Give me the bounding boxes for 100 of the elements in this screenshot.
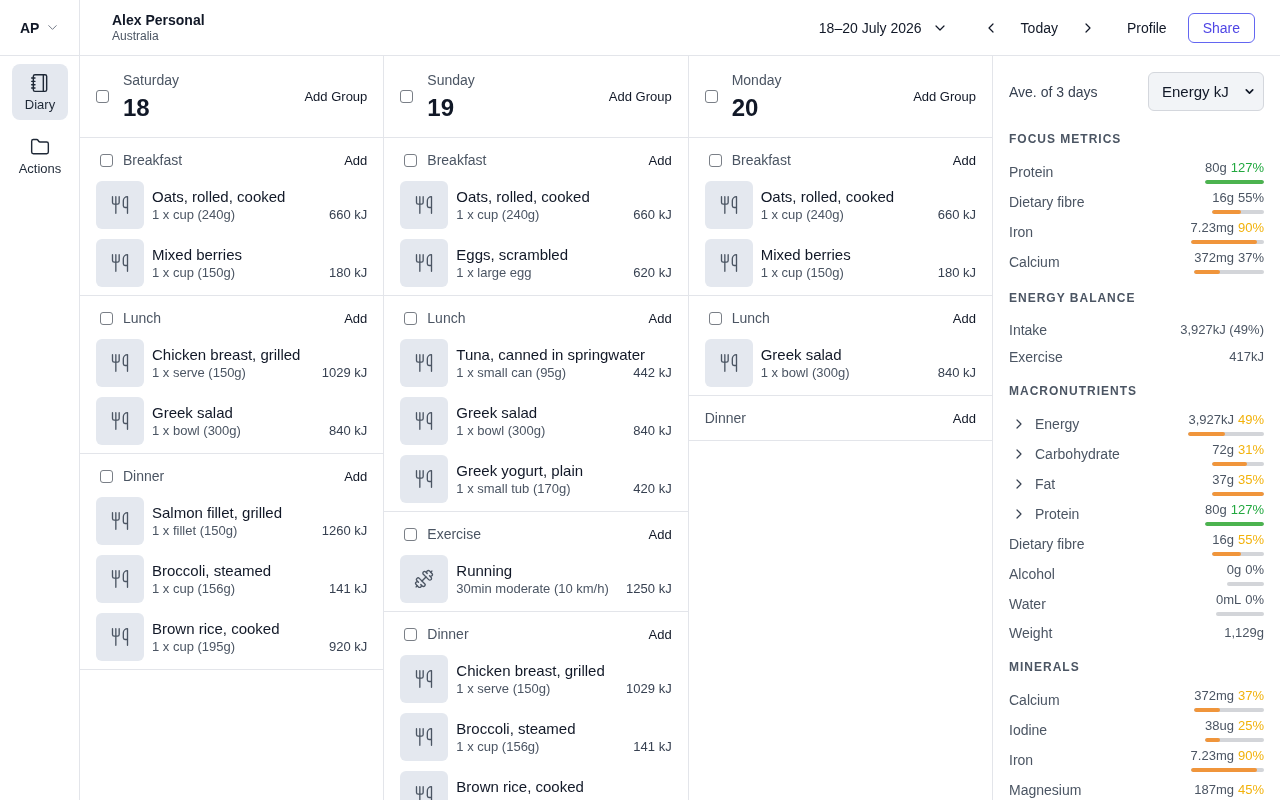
entry-name: Running — [456, 562, 513, 580]
add-button[interactable]: Add — [339, 149, 373, 171]
checkbox[interactable] — [404, 627, 418, 641]
metric-value: 80g — [1205, 502, 1227, 518]
utensils-icon — [96, 613, 144, 661]
metric-label: Weight — [1009, 624, 1053, 641]
metric-select[interactable]: Energy kJ — [1148, 72, 1264, 111]
progress-track — [1226, 582, 1264, 586]
checkbox[interactable] — [404, 153, 418, 167]
weekday-label: Saturday — [123, 71, 180, 89]
checkbox[interactable] — [96, 90, 109, 103]
metric-label: Protein — [1035, 506, 1080, 522]
add-button[interactable]: Add — [947, 307, 981, 329]
share-button[interactable]: Share — [1187, 12, 1255, 43]
add-button[interactable]: Add — [339, 307, 373, 329]
entry-detail: 1 x cup (150g) — [760, 265, 844, 281]
checkbox[interactable] — [100, 469, 113, 483]
add-group-button[interactable]: Add Group — [603, 86, 677, 107]
metric-value: 372mg — [1194, 250, 1234, 266]
metric-label: Iodine — [1009, 722, 1048, 738]
utensils-icon — [400, 339, 449, 387]
metric-percent: 37% — [1237, 250, 1264, 266]
entry-energy: 141 kJ — [633, 739, 672, 755]
entry-name: Greek salad — [456, 404, 538, 422]
metric-value: 3,927kJ — [1188, 412, 1234, 428]
checkbox[interactable] — [400, 90, 414, 103]
metric-label: Energy — [1035, 416, 1080, 432]
checkbox[interactable] — [704, 90, 718, 103]
metric-value: 7.23mg — [1190, 220, 1234, 236]
utensils-icon — [400, 455, 449, 503]
entry-energy: 840 kJ — [633, 423, 672, 439]
entry-energy: 1029 kJ — [626, 681, 672, 697]
utensils-icon — [400, 239, 449, 287]
add-button[interactable]: Add — [643, 307, 677, 329]
today-button[interactable]: Today — [1010, 13, 1068, 42]
entry-name: Brown rice, cooked — [152, 620, 280, 638]
meal-group-title: Breakfast — [427, 152, 487, 168]
entry-detail: 1 x serve (150g) — [152, 365, 246, 381]
checkbox[interactable] — [708, 311, 722, 325]
metric-value: 7.23mg — [1190, 748, 1234, 764]
utensils-icon — [96, 555, 144, 603]
add-button[interactable]: Add — [339, 465, 373, 487]
entry-energy: 180 kJ — [937, 265, 976, 281]
entry-detail: 30min moderate (10 km/h) — [456, 581, 609, 597]
date-range-picker[interactable]: 18–20 July 2026 — [810, 13, 956, 42]
entry-detail: 1 x large egg — [456, 265, 532, 281]
metric-value: 38ug — [1205, 718, 1234, 734]
entry-name: Oats, rolled, cooked — [760, 188, 895, 206]
add-button[interactable]: Add — [947, 407, 981, 429]
entry-name: Eggs, scrambled — [456, 246, 569, 264]
metric-value: 1,129g — [1224, 624, 1264, 641]
metric-value: 72g — [1212, 442, 1234, 458]
weekday-label: Sunday — [427, 71, 475, 89]
checkbox[interactable] — [100, 153, 113, 167]
utensils-icon — [96, 339, 144, 387]
entry-energy: 620 kJ — [633, 265, 672, 281]
add-group-button[interactable]: Add Group — [299, 86, 373, 107]
entry-energy: 660 kJ — [633, 207, 672, 223]
checkbox[interactable] — [100, 311, 113, 325]
metric-percent: 49% — [1237, 412, 1264, 428]
account-switcher[interactable]: AP — [16, 15, 65, 40]
meal-group-title: Dinner — [704, 410, 746, 426]
entry-energy: 1260 kJ — [321, 523, 368, 539]
utensils-icon — [400, 713, 449, 761]
metric-label: Alcohol — [1009, 566, 1055, 582]
profile-button[interactable]: Profile — [1116, 13, 1177, 42]
entry-detail: 1 x small tub (170g) — [456, 481, 571, 497]
add-group-button[interactable]: Add Group — [908, 86, 981, 107]
period-label: Ave. of 3 days — [1009, 83, 1098, 100]
entry-name: Greek yogurt, plain — [456, 462, 584, 480]
entry-energy: 660 kJ — [937, 207, 976, 223]
add-button[interactable]: Add — [643, 149, 677, 171]
entry-detail: 1 x cup (150g) — [152, 265, 236, 281]
add-button[interactable]: Add — [643, 623, 677, 645]
entry-energy: 840 kJ — [329, 423, 368, 439]
utensils-icon — [96, 239, 144, 287]
entry-detail: 1 x bowl (300g) — [456, 423, 546, 439]
meal-group-title: Lunch — [427, 310, 466, 326]
metric-value: 37g — [1212, 472, 1234, 488]
checkbox[interactable] — [404, 311, 418, 325]
entry-name: Chicken breast, grilled — [152, 346, 301, 364]
entry-detail: 1 x cup (240g) — [152, 207, 236, 223]
add-button[interactable]: Add — [643, 523, 677, 545]
progress-track — [1215, 612, 1264, 616]
folder-icon — [30, 136, 50, 157]
metric-label: Dietary fibre — [1009, 536, 1085, 552]
metric-percent: 90% — [1237, 220, 1264, 236]
entry-name: Mixed berries — [152, 246, 243, 264]
nav-item[interactable]: Actions — [12, 128, 68, 184]
metric-value: 3,927kJ (49%) — [1180, 321, 1264, 338]
metric-percent: 55% — [1237, 532, 1264, 548]
metric-label: Magnesium — [1009, 782, 1082, 798]
add-button[interactable]: Add — [947, 149, 981, 171]
notebook-icon — [30, 72, 50, 93]
checkbox[interactable] — [708, 153, 722, 167]
account-region: Australia — [112, 29, 159, 43]
metric-value: 80g — [1205, 160, 1227, 176]
entry-name: Greek salad — [760, 346, 842, 364]
nav-item[interactable]: Diary — [12, 64, 68, 120]
checkbox[interactable] — [404, 527, 418, 541]
